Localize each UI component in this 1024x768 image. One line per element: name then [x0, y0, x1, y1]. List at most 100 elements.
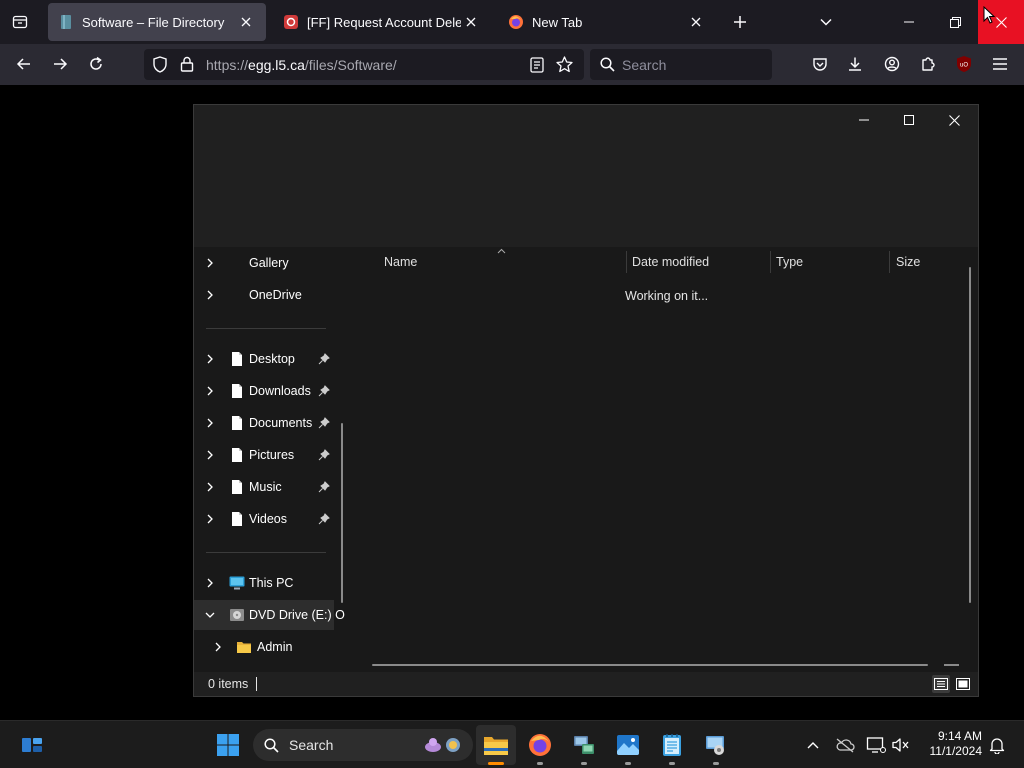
- search-bar[interactable]: Search: [590, 49, 772, 80]
- browser-minimize-button[interactable]: [886, 0, 932, 44]
- tab-new-tab[interactable]: New Tab: [498, 3, 716, 41]
- clock-date: 11/1/2024: [929, 744, 983, 758]
- nav-item-desktop[interactable]: Desktop: [194, 344, 334, 374]
- firefox-view-icon: [12, 15, 28, 29]
- notepad-icon: [663, 734, 681, 756]
- pin-icon[interactable]: [318, 385, 330, 397]
- network-tray-button[interactable]: [866, 735, 886, 755]
- taskbar-notepad[interactable]: [652, 725, 692, 765]
- column-header-label: Type: [776, 255, 804, 269]
- tracking-protection-shield-icon[interactable]: [152, 56, 168, 73]
- tab-close-button[interactable]: [686, 12, 706, 32]
- chevron-right-icon[interactable]: [204, 577, 216, 589]
- extensions-button[interactable]: [913, 49, 943, 79]
- widgets-button[interactable]: [12, 725, 52, 765]
- reader-view-icon[interactable]: [530, 57, 544, 73]
- nav-item-admin-folder[interactable]: Admin: [194, 632, 334, 662]
- nav-item-this-pc[interactable]: This PC: [194, 568, 334, 598]
- chevron-right-icon[interactable]: [204, 385, 216, 397]
- status-separator: [256, 677, 257, 691]
- taskbar-photos-app[interactable]: [608, 725, 648, 765]
- bookmark-star-icon[interactable]: [556, 56, 573, 73]
- taskbar-file-explorer[interactable]: [476, 725, 516, 765]
- new-tab-button[interactable]: [728, 10, 752, 34]
- column-header-date-modified[interactable]: Date modified: [627, 247, 770, 277]
- nav-item-music[interactable]: Music: [194, 472, 334, 502]
- minimize-icon: [858, 119, 869, 121]
- vertical-scrollbar[interactable]: [969, 267, 971, 603]
- show-hidden-icons-button[interactable]: [803, 735, 823, 755]
- computer-monitor-icon: [229, 576, 245, 590]
- onedrive-tray-button[interactable]: [835, 735, 855, 755]
- sort-ascending-icon: [497, 248, 506, 254]
- column-header-size[interactable]: Size: [890, 247, 970, 277]
- nav-item-gallery[interactable]: Gallery: [194, 248, 334, 278]
- explorer-close-button[interactable]: [932, 105, 977, 135]
- widgets-icon: [22, 738, 42, 752]
- tab-title: [FF] Request Account Deletion: [307, 14, 461, 30]
- notifications-button[interactable]: [987, 735, 1007, 755]
- taskbar-network-app[interactable]: [564, 725, 604, 765]
- ublock-origin-button[interactable]: uO: [949, 49, 979, 79]
- large-icons-view-button[interactable]: [954, 675, 972, 693]
- chevron-right-icon[interactable]: [212, 641, 224, 653]
- url-bar[interactable]: https://egg.l5.ca/files/Software/: [144, 49, 584, 80]
- account-button[interactable]: [877, 49, 907, 79]
- firefox-view-button[interactable]: [8, 11, 32, 33]
- reload-button[interactable]: [81, 49, 111, 79]
- column-header-name[interactable]: Name: [352, 247, 626, 277]
- nav-item-dvd-drive[interactable]: DVD Drive (E:) O: [194, 600, 345, 630]
- explorer-minimize-button[interactable]: [841, 105, 886, 135]
- tab-title: New Tab: [532, 14, 583, 30]
- pin-icon[interactable]: [318, 481, 330, 493]
- taskbar-remote-desktop[interactable]: [696, 725, 736, 765]
- tab-close-button[interactable]: [236, 12, 256, 32]
- back-button[interactable]: [9, 49, 39, 79]
- nav-item-onedrive[interactable]: OneDrive: [194, 280, 334, 310]
- nav-pane-scrollbar[interactable]: [341, 423, 343, 603]
- details-view-button[interactable]: [932, 675, 950, 693]
- file-list-pane: Name Date modified Type Size Working on …: [352, 247, 978, 672]
- nav-item-downloads[interactable]: Downloads: [194, 376, 334, 406]
- nav-item-pictures[interactable]: Pictures: [194, 440, 334, 470]
- pocket-button[interactable]: [805, 49, 835, 79]
- tab-software-file-directory[interactable]: Software – File Directory: [48, 3, 266, 41]
- chevron-right-icon[interactable]: [204, 257, 216, 269]
- chevron-right-icon[interactable]: [204, 513, 216, 525]
- explorer-maximize-button[interactable]: [886, 105, 931, 135]
- document-icon: [232, 416, 242, 430]
- browser-restore-button[interactable]: [932, 0, 978, 44]
- tab-close-button[interactable]: [461, 12, 481, 32]
- tab-request-account-deletion[interactable]: [FF] Request Account Deletion: [273, 3, 491, 41]
- nav-separator: [206, 552, 326, 553]
- chevron-down-icon[interactable]: [204, 609, 216, 621]
- downloads-button[interactable]: [840, 49, 870, 79]
- pin-icon[interactable]: [318, 353, 330, 365]
- app-menu-button[interactable]: [985, 49, 1015, 79]
- system-clock[interactable]: 9:14 AM 11/1/2024: [916, 729, 983, 759]
- url-text[interactable]: https://egg.l5.ca/files/Software/: [206, 57, 397, 73]
- pin-icon[interactable]: [318, 449, 330, 461]
- windows-logo-icon: [217, 734, 239, 756]
- nav-item-documents[interactable]: Documents: [194, 408, 334, 438]
- pin-icon[interactable]: [318, 417, 330, 429]
- pin-icon[interactable]: [318, 513, 330, 525]
- volume-tray-button[interactable]: [891, 735, 911, 755]
- chevron-right-icon[interactable]: [204, 289, 216, 301]
- list-all-tabs-button[interactable]: [814, 10, 838, 34]
- chevron-right-icon[interactable]: [204, 417, 216, 429]
- nav-item-videos[interactable]: Videos: [194, 504, 334, 534]
- item-count: 0 items: [208, 677, 249, 691]
- forward-button[interactable]: [45, 49, 75, 79]
- taskbar-search-box[interactable]: Search: [253, 729, 473, 761]
- horizontal-scrollbar[interactable]: [372, 664, 928, 666]
- chevron-right-icon[interactable]: [204, 481, 216, 493]
- column-header-type[interactable]: Type: [771, 247, 889, 277]
- chevron-right-icon[interactable]: [204, 449, 216, 461]
- start-button[interactable]: [208, 725, 248, 765]
- browser-nav-bar: https://egg.l5.ca/files/Software/ Search…: [0, 44, 1024, 85]
- taskbar-firefox[interactable]: [520, 725, 560, 765]
- active-app-indicator: [488, 762, 504, 765]
- chevron-right-icon[interactable]: [204, 353, 216, 365]
- lock-icon[interactable]: [180, 56, 194, 72]
